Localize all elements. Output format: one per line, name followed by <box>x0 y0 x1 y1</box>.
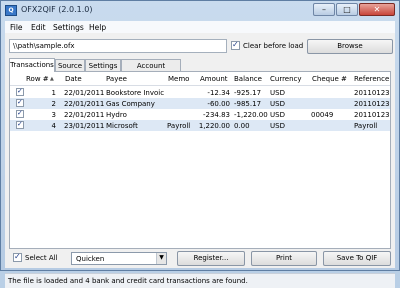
close-button[interactable]: ✕ <box>359 3 395 16</box>
row-checkbox[interactable] <box>16 87 24 96</box>
save-qif-button[interactable]: Save To QIF <box>323 251 391 266</box>
row-balance: -1,220.00 <box>234 111 268 119</box>
grid-header: Row # ▲ Date Payee Memo Amount Balance C… <box>10 72 390 86</box>
clear-before-load-checkbox[interactable] <box>231 40 240 50</box>
col-date[interactable]: Date <box>65 75 82 83</box>
file-path-input[interactable]: \\path\sample.ofx <box>9 39 227 53</box>
table-row[interactable]: 1 22/01/2011 Bookstore Invoice -12.34 -9… <box>10 87 390 98</box>
select-all-checkbox[interactable] <box>13 252 22 262</box>
transactions-grid[interactable]: Row # ▲ Date Payee Memo Amount Balance C… <box>9 71 391 249</box>
row-number: 4 <box>51 122 56 130</box>
row-reference: 2011012300000 <box>354 100 390 108</box>
row-reference: Payroll <box>354 122 378 130</box>
row-currency: USD <box>270 111 285 119</box>
status-bar: The file is loaded and 4 bank and credit… <box>5 273 395 288</box>
col-balance[interactable]: Balance <box>234 75 262 83</box>
row-balance: 0.00 <box>234 122 250 130</box>
row-number: 1 <box>51 89 56 97</box>
caption-buttons: – □ ✕ <box>312 3 395 17</box>
row-currency: USD <box>270 122 285 130</box>
row-payee: Microsoft <box>106 122 138 130</box>
app-icon: Q <box>5 5 17 16</box>
table-row[interactable]: 2 22/01/2011 Gas Company -60.00 -985.17 … <box>10 98 390 109</box>
format-select-value: Quicken <box>76 255 105 263</box>
table-row[interactable]: 3 22/01/2011 Hydro -234.83 -1,220.00 USD… <box>10 109 390 120</box>
row-date: 22/01/2011 <box>64 89 105 97</box>
row-payee: Hydro <box>106 111 127 119</box>
row-number: 3 <box>51 111 56 119</box>
row-payee: Bookstore Invoice <box>106 89 164 97</box>
menu-edit[interactable]: Edit <box>31 23 46 32</box>
row-reference: 2011012300000 <box>354 89 390 97</box>
row-date: 22/01/2011 <box>64 100 105 108</box>
col-currency[interactable]: Currency <box>270 75 302 83</box>
row-date: 23/01/2011 <box>64 122 105 130</box>
menu-file[interactable]: File <box>10 23 23 32</box>
action-bar: Select All Quicken ▼ Register... Print S… <box>5 251 395 266</box>
tab-transactions[interactable]: Transactions <box>9 58 55 72</box>
sort-asc-icon: ▲ <box>50 76 54 82</box>
table-row[interactable]: 4 23/01/2011 Microsoft Payroll 1,220.00 … <box>10 120 390 131</box>
row-balance: -985.17 <box>234 100 262 108</box>
row-balance: -925.17 <box>234 89 262 97</box>
row-amount: -60.00 <box>207 100 230 108</box>
menu-help[interactable]: Help <box>89 23 106 32</box>
select-all-label: Select All <box>25 254 58 262</box>
row-amount: -234.83 <box>202 111 230 119</box>
col-reference[interactable]: Reference <box>354 75 389 83</box>
col-cheque[interactable]: Cheque # <box>312 75 347 83</box>
col-amount[interactable]: Amount <box>200 75 228 83</box>
menu-settings[interactable]: Settings <box>53 23 84 32</box>
maximize-button[interactable]: □ <box>336 3 358 16</box>
print-button[interactable]: Print <box>251 251 317 266</box>
clear-before-load-label: Clear before load <box>243 42 304 50</box>
row-checkbox[interactable] <box>16 120 24 129</box>
row-payee: Gas Company <box>106 100 155 108</box>
register-button[interactable]: Register... <box>177 251 245 266</box>
row-amount: -12.34 <box>207 89 230 97</box>
format-select[interactable]: Quicken ▼ <box>71 252 167 265</box>
row-currency: USD <box>270 100 285 108</box>
row-memo: Payroll <box>167 122 191 130</box>
row-number: 2 <box>51 100 56 108</box>
chevron-down-icon: ▼ <box>156 253 166 264</box>
row-amount: 1,220.00 <box>198 122 230 130</box>
col-row[interactable]: Row # <box>26 75 49 83</box>
row-cheque: 00049 <box>311 111 334 119</box>
status-text: The file is loaded and 4 bank and credit… <box>8 277 248 285</box>
row-currency: USD <box>270 89 285 97</box>
browse-button[interactable]: Browse <box>307 39 393 54</box>
window-title: OFX2QIF (2.0.1.0) <box>21 5 93 14</box>
menu-bar: File Edit Settings Help <box>5 21 395 33</box>
app-window: Q OFX2QIF (2.0.1.0) – □ ✕ File Edit Sett… <box>0 0 400 288</box>
minimize-button[interactable]: – <box>313 3 335 16</box>
row-checkbox[interactable] <box>16 109 24 118</box>
row-reference: 2011012300000 <box>354 111 390 119</box>
col-payee[interactable]: Payee <box>106 75 127 83</box>
row-checkbox[interactable] <box>16 98 24 107</box>
title-bar[interactable]: Q OFX2QIF (2.0.1.0) – □ ✕ <box>1 1 399 21</box>
row-date: 22/01/2011 <box>64 111 105 119</box>
client-area: File Edit Settings Help \\path\sample.of… <box>5 21 395 288</box>
col-memo[interactable]: Memo <box>168 75 189 83</box>
